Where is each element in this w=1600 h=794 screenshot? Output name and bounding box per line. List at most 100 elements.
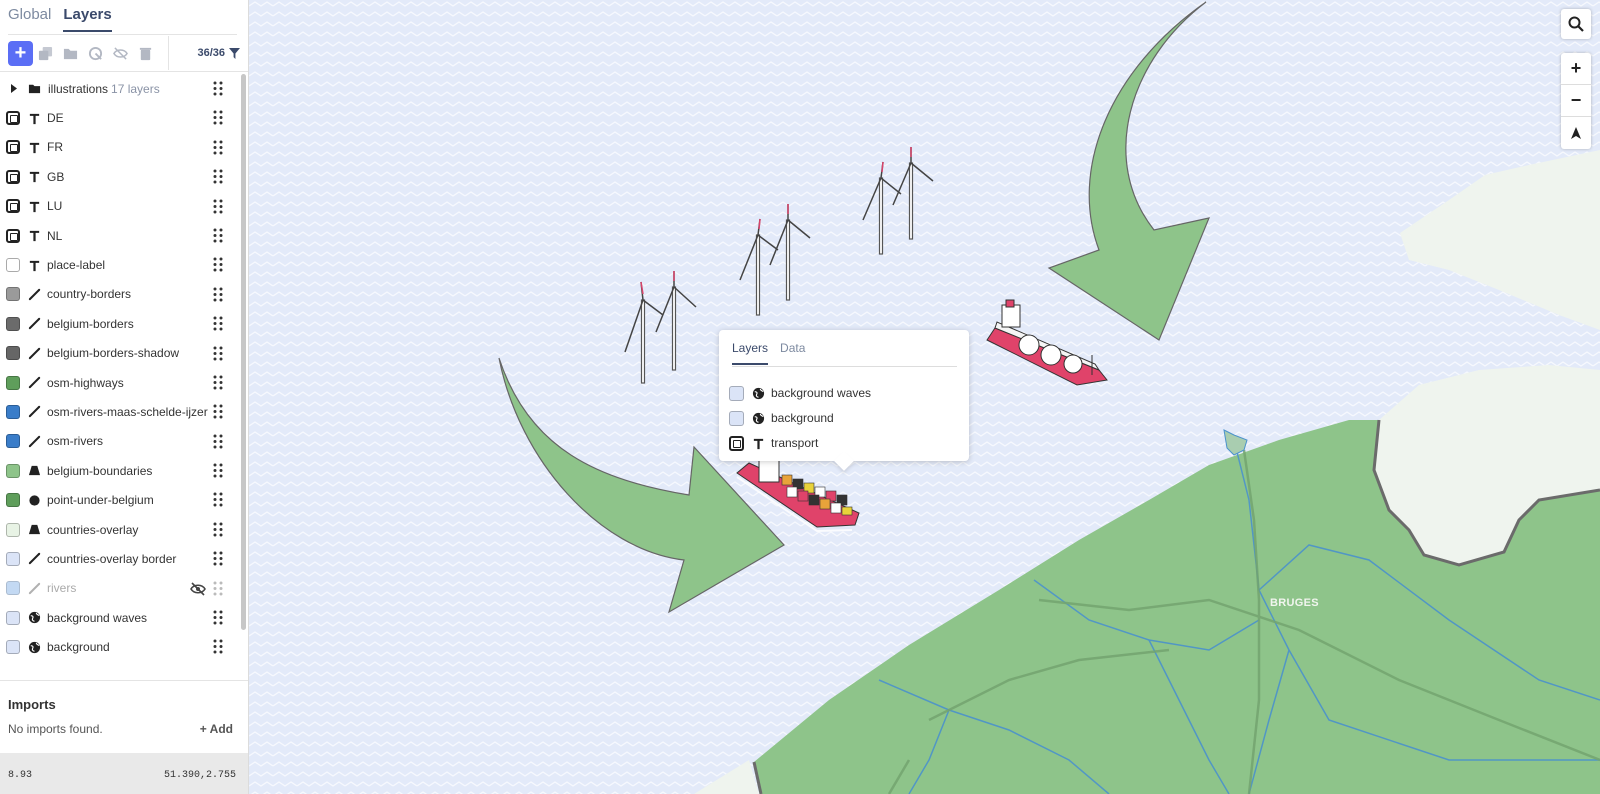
select-icon[interactable] [83, 41, 108, 66]
drag-handle-icon[interactable] [213, 522, 223, 537]
imports-empty-text: No imports found. [8, 722, 103, 736]
expand-caret-icon[interactable] [10, 84, 20, 94]
layer-color-swatch[interactable] [6, 522, 20, 537]
trash-icon[interactable] [133, 41, 158, 66]
symbol-type-icon [27, 111, 41, 125]
drag-handle-icon[interactable] [213, 610, 223, 625]
drag-handle-icon[interactable] [213, 404, 223, 419]
fill-type-icon [27, 464, 41, 478]
layer-color-swatch[interactable] [6, 199, 20, 214]
layer-row[interactable]: background [0, 632, 240, 661]
layer-color-swatch[interactable] [6, 640, 20, 655]
add-import-button[interactable]: + Add [200, 722, 233, 736]
layer-color-swatch[interactable] [6, 463, 20, 478]
layer-color-swatch[interactable] [6, 551, 20, 566]
layer-color-swatch[interactable] [6, 258, 20, 273]
layer-color-swatch[interactable] [6, 404, 20, 419]
popup-layer-row[interactable]: transport [729, 433, 818, 453]
drag-handle-icon[interactable] [213, 434, 223, 449]
layer-name: background waves [47, 610, 148, 625]
layer-count-filter[interactable]: 36/36 [197, 47, 240, 59]
layer-color-swatch[interactable] [6, 346, 20, 361]
layer-group-count: 17 layers [111, 81, 160, 96]
popup-layer-row[interactable]: background waves [729, 383, 871, 403]
layer-row[interactable]: NL [0, 221, 240, 250]
layer-list-scrollbar[interactable] [241, 74, 246, 630]
drag-handle-icon[interactable] [213, 199, 223, 214]
line-type-icon [27, 287, 41, 301]
layer-row[interactable]: belgium-borders [0, 309, 240, 338]
drag-handle-icon[interactable] [213, 346, 223, 361]
layer-color-swatch[interactable] [6, 169, 20, 184]
drag-handle-icon[interactable] [213, 581, 223, 596]
layer-name: DE [47, 111, 64, 126]
popup-layer-row[interactable]: background [729, 408, 834, 428]
layer-row[interactable]: LU [0, 192, 240, 221]
layer-row[interactable]: illustrations 17 layers [0, 74, 240, 103]
tab-layers[interactable]: Layers [63, 6, 112, 32]
map-search-button[interactable] [1561, 9, 1591, 39]
layer-name: point-under-belgium [47, 493, 154, 508]
layer-color-swatch[interactable] [6, 434, 20, 449]
layer-color-swatch[interactable] [6, 111, 20, 126]
layer-color-swatch[interactable] [6, 140, 20, 155]
layer-row[interactable]: GB [0, 162, 240, 191]
add-layer-button[interactable]: + [8, 40, 33, 66]
layer-row[interactable]: DE [0, 103, 240, 132]
layer-row[interactable]: belgium-boundaries [0, 456, 240, 485]
layer-row[interactable]: place-label [0, 250, 240, 279]
layer-row[interactable]: country-borders [0, 280, 240, 309]
layer-color-swatch[interactable] [6, 375, 20, 390]
popup-tab-data[interactable]: Data [780, 341, 805, 365]
drag-handle-icon[interactable] [213, 169, 223, 184]
layer-row[interactable]: background waves [0, 603, 240, 632]
folder-icon[interactable] [58, 41, 83, 66]
status-bar: 8.93 51.390,2.755 [0, 753, 248, 794]
layer-count: 36/36 [197, 47, 225, 59]
drag-handle-icon[interactable] [213, 639, 223, 654]
symbol-type-icon [27, 140, 41, 154]
drag-handle-icon[interactable] [213, 375, 223, 390]
duplicate-icon[interactable] [33, 41, 58, 66]
layer-color-swatch[interactable] [6, 316, 20, 331]
compass-button[interactable] [1561, 117, 1591, 149]
drag-handle-icon[interactable] [213, 551, 223, 566]
drag-handle-icon[interactable] [213, 287, 223, 302]
layer-row[interactable]: FR [0, 133, 240, 162]
zoom-in-button[interactable]: + [1561, 53, 1591, 85]
layer-row[interactable]: osm-rivers [0, 427, 240, 456]
hide-icon[interactable] [108, 41, 133, 66]
zoom-out-button[interactable]: − [1561, 85, 1591, 117]
drag-handle-icon[interactable] [213, 492, 223, 507]
symbol-type-icon [27, 229, 41, 243]
drag-handle-icon[interactable] [213, 228, 223, 243]
tab-global[interactable]: Global [8, 6, 51, 32]
drag-handle-icon[interactable] [213, 81, 223, 96]
layer-color-swatch[interactable] [6, 287, 20, 302]
layer-color-swatch[interactable] [6, 228, 20, 243]
layer-name: countries-overlay [47, 522, 139, 537]
fill-type-icon [27, 523, 41, 537]
drag-handle-icon[interactable] [213, 110, 223, 125]
layer-row[interactable]: belgium-borders-shadow [0, 339, 240, 368]
drag-handle-icon[interactable] [213, 463, 223, 478]
layer-color-swatch[interactable] [6, 610, 20, 625]
map-canvas[interactable]: BRUGES + − Layers Data background waves b… [249, 0, 1600, 794]
layer-color-swatch[interactable] [6, 581, 20, 596]
layer-name: background [47, 640, 110, 655]
circle-type-icon [27, 493, 41, 507]
layer-color-swatch[interactable] [6, 493, 20, 508]
drag-handle-icon[interactable] [213, 257, 223, 272]
visibility-off-icon[interactable] [190, 582, 206, 599]
layer-row[interactable]: point-under-belgium [0, 485, 240, 514]
layer-row[interactable]: rivers [0, 574, 240, 603]
popup-tab-layers[interactable]: Layers [732, 341, 769, 365]
layer-row[interactable]: countries-overlay [0, 515, 240, 544]
drag-handle-icon[interactable] [213, 140, 223, 155]
layer-row[interactable]: osm-highways [0, 368, 240, 397]
layer-row[interactable]: osm-rivers-maas-schelde-ijzer [0, 397, 240, 426]
drag-handle-icon[interactable] [213, 316, 223, 331]
layer-name: LU [47, 199, 63, 214]
layer-row[interactable]: countries-overlay border [0, 544, 240, 573]
layer-name: FR [47, 140, 63, 155]
